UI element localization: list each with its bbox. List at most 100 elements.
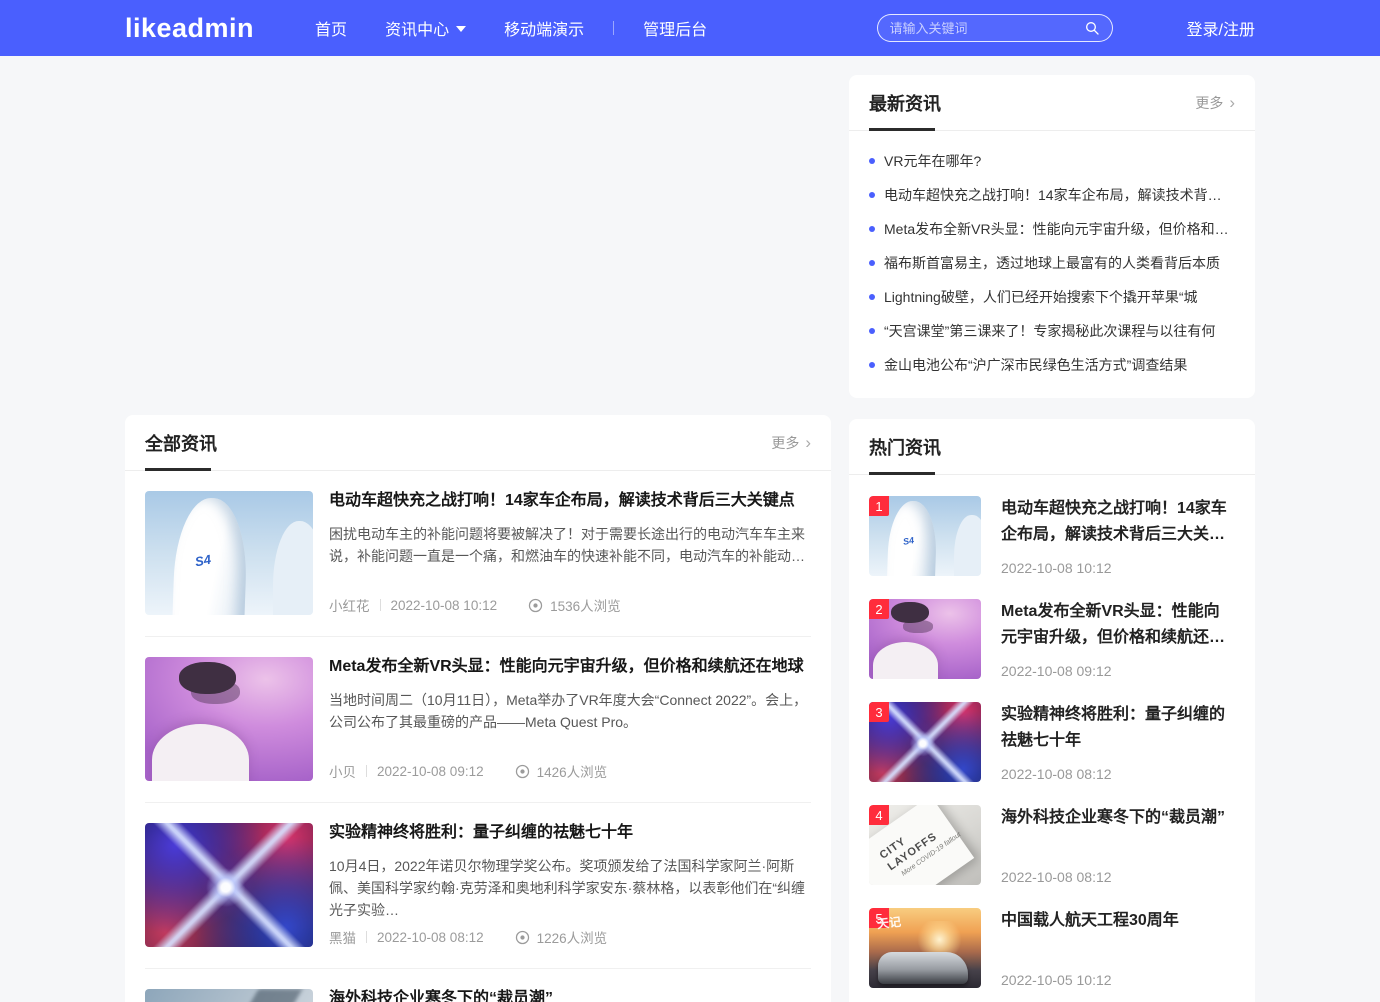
bullet-dot	[869, 328, 875, 334]
article-image-vr-headset[interactable]	[145, 657, 313, 781]
eye-icon	[514, 929, 531, 946]
article-title[interactable]: Meta发布全新VR头显：性能向元宇宙升级，但价格和续航还在地球	[329, 657, 811, 677]
image-overlay-text: S4	[902, 535, 915, 547]
top-navbar: likeadmin 首页 资讯中心 移动端演示 管理后台 登录/注册	[0, 0, 1380, 56]
hot-news-item[interactable]: 3 实验精神终将胜利：量子纠缠的祛魅七十年 2022-10-08 08:12	[869, 702, 1235, 782]
login-register-link[interactable]: 登录/注册	[1187, 16, 1255, 40]
article-title[interactable]: 实验精神终将胜利：量子纠缠的祛魅七十年	[329, 823, 811, 843]
hot-news-panel: 热门资讯 1 S4 电动车超快充之战打响！14家车企布局，解读技术背后三大关键点…	[849, 419, 1255, 1002]
logo[interactable]: likeadmin	[125, 13, 254, 44]
article-title[interactable]: 海外科技企业寒冬下的“裁员潮”	[329, 989, 811, 1002]
rank-badge: 3	[869, 702, 889, 722]
article-date: 2022-10-08 09:12	[377, 764, 484, 779]
hot-news-title[interactable]: 中国载人航天工程30周年	[1001, 908, 1235, 934]
all-news-more-link[interactable]: 更多›	[771, 433, 811, 453]
page-content: 全部资讯 更多› S4 电动车超快充之战打响！14家车企布局，解读技术背后三大关…	[125, 75, 1255, 1002]
image-overlay-text: S4	[194, 552, 212, 570]
hot-image-car-sunset[interactable]: 5 天记	[869, 908, 981, 988]
title-underline	[145, 468, 211, 471]
nav-item-mobile-demo[interactable]: 移动端演示	[485, 16, 603, 40]
article-views: 1536人浏览	[527, 595, 621, 615]
meta-divider	[366, 931, 367, 943]
nav-item-news-center[interactable]: 资讯中心	[366, 16, 485, 40]
latest-news-item[interactable]: 福布斯首富易主，透过地球上最富有的人类看背后本质	[869, 246, 1235, 280]
article-views: 1226人浏览	[514, 927, 608, 947]
chevron-down-icon	[456, 26, 466, 32]
latest-news-list: VR元年在哪年? 电动车超快充之战打响！14家车企布局，解读技术背后三… Met…	[849, 131, 1255, 398]
hot-news-item[interactable]: 5 天记 中国载人航天工程30周年 2022-10-05 10:12	[869, 908, 1235, 988]
hot-image-vr-headset[interactable]: 2	[869, 599, 981, 679]
article-row[interactable]: 海外科技企业寒冬下的“裁员潮”	[145, 969, 811, 1002]
title-underline	[869, 472, 935, 475]
latest-news-header: 最新资讯 更多›	[849, 75, 1255, 131]
article-views: 1426人浏览	[514, 761, 608, 781]
latest-news-item[interactable]: VR元年在哪年?	[869, 144, 1235, 178]
nav-item-home[interactable]: 首页	[296, 16, 366, 40]
hot-image-newspaper[interactable]: 4 CITY LAYOFFS More COVID-19 fallout	[869, 805, 981, 885]
hot-image-ev-charger[interactable]: 1 S4	[869, 496, 981, 576]
article-image-layoffs[interactable]	[145, 989, 313, 1002]
hot-news-list: 1 S4 电动车超快充之战打响！14家车企布局，解读技术背后三大关键点 2022…	[849, 475, 1255, 1002]
article-meta: 小贝 2022-10-08 09:12 1426人浏览	[329, 761, 811, 781]
hot-news-date: 2022-10-08 10:12	[1001, 560, 1235, 576]
bullet-dot	[869, 158, 875, 164]
hot-news-item[interactable]: 4 CITY LAYOFFS More COVID-19 fallout 海外科…	[869, 805, 1235, 885]
article-meta: 黑猫 2022-10-08 08:12 1226人浏览	[329, 927, 811, 947]
hot-news-header: 热门资讯	[849, 419, 1255, 475]
article-description: 当地时间周二（10月11日），Meta举办了VR年度大会“Connect 202…	[329, 689, 811, 733]
article-image-quantum[interactable]	[145, 823, 313, 947]
hot-news-title[interactable]: Meta发布全新VR头显：性能向元宇宙升级，但价格和续航还在地球	[1001, 599, 1235, 651]
meta-divider	[366, 765, 367, 777]
hot-news-date: 2022-10-08 08:12	[1001, 869, 1235, 885]
hot-news-item[interactable]: 2 Meta发布全新VR头显：性能向元宇宙升级，但价格和续航还在地球 2022-…	[869, 599, 1235, 679]
left-column: 全部资讯 更多› S4 电动车超快充之战打响！14家车企布局，解读技术背后三大关…	[125, 75, 831, 1002]
hot-news-title[interactable]: 海外科技企业寒冬下的“裁员潮”	[1001, 805, 1235, 831]
hot-news-date: 2022-10-08 09:12	[1001, 663, 1235, 679]
section-title: 热门资讯	[869, 434, 941, 460]
hot-image-quantum[interactable]: 3	[869, 702, 981, 782]
latest-news-panel: 最新资讯 更多› VR元年在哪年? 电动车超快充之战打响！14家车企布局，解读技…	[849, 75, 1255, 398]
eye-icon	[527, 597, 544, 614]
latest-news-item[interactable]: Lightning破壁，人们已经开始搜索下个撬开苹果“城	[869, 280, 1235, 314]
latest-news-item[interactable]: Meta发布全新VR头显：性能向元宇宙升级，但价格和续…还	[869, 212, 1235, 246]
hot-news-date: 2022-10-05 10:12	[1001, 972, 1235, 988]
chevron-right-icon: ›	[805, 434, 811, 451]
article-meta: 小红花 2022-10-08 10:12 1536人浏览	[329, 595, 811, 615]
rank-badge: 2	[869, 599, 889, 619]
rank-badge: 4	[869, 805, 889, 825]
latest-news-item[interactable]: “天宫课堂”第三课来了！专家揭秘此次课程与以往有何	[869, 314, 1235, 348]
latest-news-item[interactable]: 电动车超快充之战打响！14家车企布局，解读技术背后三…	[869, 178, 1235, 212]
article-row[interactable]: Meta发布全新VR头显：性能向元宇宙升级，但价格和续航还在地球 当地时间周二（…	[145, 637, 811, 803]
nav-item-admin[interactable]: 管理后台	[624, 16, 726, 40]
article-description: 10月4日，2022年诺贝尔物理学奖公布。奖项颁发给了法国科学家阿兰·阿斯佩、美…	[329, 855, 811, 921]
nav-divider	[613, 21, 614, 35]
image-overlay-text: 天记	[876, 913, 902, 932]
title-underline	[869, 128, 935, 131]
article-description: 困扰电动车主的补能问题将要被解决了！对于需要长途出行的电动汽车车主来说，补能问题…	[329, 523, 811, 567]
article-author: 黑猫	[329, 927, 356, 947]
hot-news-item[interactable]: 1 S4 电动车超快充之战打响！14家车企布局，解读技术背后三大关键点 2022…	[869, 496, 1235, 576]
bullet-dot	[869, 226, 875, 232]
search-box	[877, 14, 1113, 42]
hot-news-title[interactable]: 电动车超快充之战打响！14家车企布局，解读技术背后三大关键点	[1001, 496, 1235, 548]
bullet-dot	[869, 362, 875, 368]
eye-icon	[514, 763, 531, 780]
article-image-ev-charger[interactable]: S4	[145, 491, 313, 615]
hot-news-date: 2022-10-08 08:12	[1001, 766, 1235, 782]
article-date: 2022-10-08 10:12	[391, 598, 498, 613]
latest-news-item[interactable]: 金山电池公布“沪广深市民绿色生活方式”调查结果	[869, 348, 1235, 382]
article-row[interactable]: S4 电动车超快充之战打响！14家车企布局，解读技术背后三大关键点 困扰电动车主…	[145, 471, 811, 637]
article-author: 小贝	[329, 761, 356, 781]
search-icon[interactable]	[1084, 20, 1100, 36]
bullet-dot	[869, 192, 875, 198]
article-author: 小红花	[329, 595, 370, 615]
section-title: 全部资讯	[145, 430, 217, 456]
article-row[interactable]: 实验精神终将胜利：量子纠缠的祛魅七十年 10月4日，2022年诺贝尔物理学奖公布…	[145, 803, 811, 969]
hot-news-title[interactable]: 实验精神终将胜利：量子纠缠的祛魅七十年	[1001, 702, 1235, 754]
latest-news-more-link[interactable]: 更多›	[1195, 93, 1235, 113]
search-input[interactable]	[890, 21, 1084, 36]
bullet-dot	[869, 260, 875, 266]
meta-divider	[380, 599, 381, 611]
article-title[interactable]: 电动车超快充之战打响！14家车企布局，解读技术背后三大关键点	[329, 491, 811, 511]
main-nav: 首页 资讯中心 移动端演示 管理后台	[296, 16, 726, 40]
